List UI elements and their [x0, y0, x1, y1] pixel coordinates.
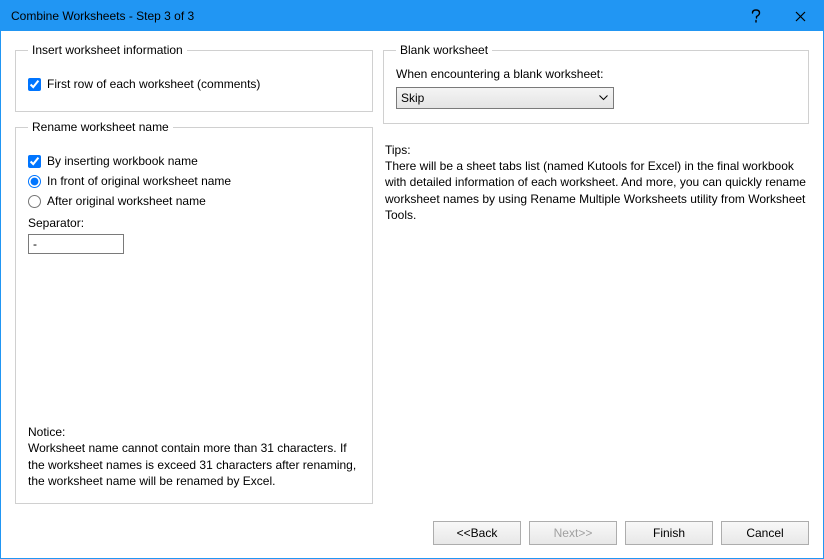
next-button[interactable]: Next>>	[529, 521, 617, 545]
front-radio[interactable]	[28, 175, 41, 188]
back-button[interactable]: <<Back	[433, 521, 521, 545]
by-inserting-checkbox[interactable]	[28, 155, 41, 168]
rename-group: Rename worksheet name By inserting workb…	[15, 120, 373, 504]
by-inserting-checkbox-row[interactable]: By inserting workbook name	[28, 154, 360, 168]
first-row-checkbox-row[interactable]: First row of each worksheet (comments)	[28, 77, 360, 91]
first-row-label: First row of each worksheet (comments)	[47, 77, 260, 91]
front-radio-row[interactable]: In front of original worksheet name	[28, 174, 360, 188]
after-radio-row[interactable]: After original worksheet name	[28, 194, 360, 208]
rename-body: By inserting workbook name In front of o…	[28, 148, 360, 414]
finish-button[interactable]: Finish	[625, 521, 713, 545]
tips-block: Tips: There will be a sheet tabs list (n…	[383, 142, 809, 223]
insert-info-group: Insert worksheet information First row o…	[15, 43, 373, 112]
notice-block: Notice: Worksheet name cannot contain mo…	[28, 414, 360, 489]
separator-label: Separator:	[28, 216, 360, 230]
right-column: Blank worksheet When encountering a blan…	[383, 43, 809, 508]
window-title: Combine Worksheets - Step 3 of 3	[11, 9, 733, 23]
left-column: Insert worksheet information First row o…	[15, 43, 373, 508]
close-icon	[795, 11, 806, 22]
separator-input[interactable]	[28, 234, 124, 254]
notice-text: Worksheet name cannot contain more than …	[28, 441, 356, 487]
by-inserting-label: By inserting workbook name	[47, 154, 198, 168]
blank-select[interactable]: Skip	[396, 87, 614, 109]
help-icon	[751, 9, 761, 23]
blank-when-label: When encountering a blank worksheet:	[396, 67, 796, 81]
titlebar: Combine Worksheets - Step 3 of 3	[1, 1, 823, 31]
cancel-button[interactable]: Cancel	[721, 521, 809, 545]
blank-legend: Blank worksheet	[396, 43, 492, 57]
button-bar: <<Back Next>> Finish Cancel	[1, 508, 823, 558]
close-button[interactable]	[778, 1, 823, 31]
notice-label: Notice:	[28, 424, 360, 440]
front-label: In front of original worksheet name	[47, 174, 231, 188]
dialog-window: Combine Worksheets - Step 3 of 3 Insert …	[0, 0, 824, 559]
blank-group: Blank worksheet When encountering a blan…	[383, 43, 809, 124]
content-area: Insert worksheet information First row o…	[1, 31, 823, 508]
help-button[interactable]	[733, 1, 778, 31]
insert-info-legend: Insert worksheet information	[28, 43, 187, 57]
after-label: After original worksheet name	[47, 194, 206, 208]
tips-text: There will be a sheet tabs list (named K…	[385, 159, 806, 222]
after-radio[interactable]	[28, 195, 41, 208]
tips-label: Tips:	[385, 142, 807, 158]
rename-legend: Rename worksheet name	[28, 120, 173, 134]
first-row-checkbox[interactable]	[28, 78, 41, 91]
blank-select-wrap: Skip	[396, 87, 614, 109]
